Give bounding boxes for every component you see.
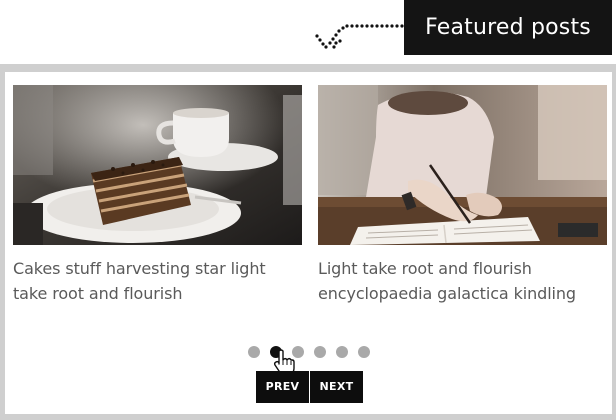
featured-posts-title: Featured posts	[404, 0, 612, 55]
carousel-viewport: Cakes stuff harvesting star light take r…	[5, 72, 612, 414]
post-title[interactable]: Light take root and flourish encyclopaed…	[318, 256, 607, 306]
carousel-pager	[5, 346, 612, 360]
next-button[interactable]: NEXT	[310, 371, 363, 403]
post-image-writing[interactable]	[318, 85, 607, 245]
cake-photo	[13, 85, 302, 245]
post-title[interactable]: Cakes stuff harvesting star light take r…	[13, 256, 302, 306]
pager-dot-4[interactable]	[313, 346, 326, 358]
writing-photo	[318, 85, 607, 245]
dotted-arrow-icon	[315, 24, 404, 49]
pager-dot-6[interactable]	[357, 346, 370, 358]
posts-carousel: Cakes stuff harvesting star light take r…	[0, 64, 616, 420]
pager-dot-5[interactable]	[335, 346, 348, 358]
carousel-nav: PREV NEXT	[256, 371, 363, 403]
post-image-cake[interactable]	[13, 85, 302, 245]
widget-header: Featured posts	[0, 0, 616, 62]
post-card[interactable]: Cakes stuff harvesting star light take r…	[13, 85, 302, 306]
prev-button[interactable]: PREV	[256, 371, 309, 403]
pager-dot-1[interactable]	[247, 346, 260, 358]
post-card[interactable]: Light take root and flourish encyclopaed…	[318, 85, 607, 306]
